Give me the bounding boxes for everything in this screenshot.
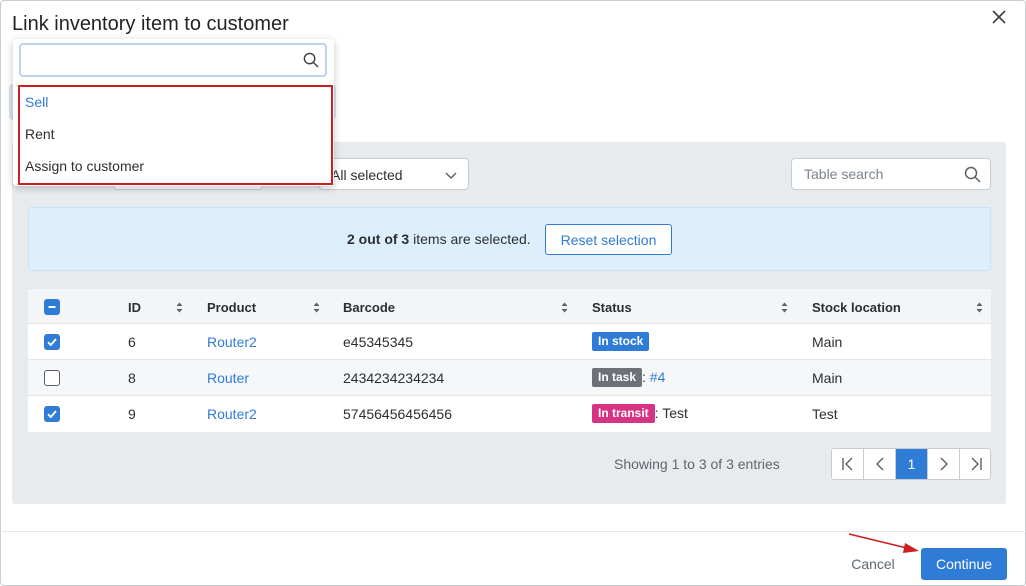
cell-stock-location: Main	[812, 370, 843, 386]
modal-title: Link inventory item to customer	[12, 13, 289, 35]
column-header-status[interactable]: Status	[592, 300, 632, 315]
close-icon	[992, 10, 1006, 24]
sort-icon[interactable]	[561, 302, 568, 313]
sort-icon[interactable]	[176, 302, 183, 313]
check-icon	[47, 410, 57, 419]
first-page-button[interactable]	[832, 449, 864, 479]
chevron-right-icon	[940, 457, 948, 471]
column-header-id[interactable]: ID	[128, 300, 141, 315]
status-filter-select[interactable]: All selected	[319, 158, 469, 190]
last-page-button[interactable]	[960, 449, 990, 479]
dropdown-search[interactable]	[19, 43, 327, 77]
product-link[interactable]: Router2	[207, 406, 257, 422]
selection-banner: 2 out of 3 items are selected. Reset sel…	[28, 207, 991, 271]
chevron-left-icon	[876, 457, 884, 471]
status-badge: In task	[592, 368, 643, 387]
dropdown-search-input[interactable]	[21, 45, 301, 75]
check-icon	[47, 338, 57, 347]
pagination: 1	[831, 448, 991, 480]
first-page-icon	[842, 457, 853, 471]
dropdown-option-sell[interactable]: Sell	[25, 94, 48, 110]
table-search-input[interactable]	[792, 159, 962, 189]
status-badge: In transit	[592, 404, 655, 423]
selection-suffix: items are selected.	[413, 231, 531, 247]
search-icon	[303, 52, 319, 68]
next-page-button[interactable]	[928, 449, 960, 479]
status-note: : Test	[654, 405, 688, 421]
column-header-barcode[interactable]: Barcode	[343, 300, 395, 315]
cell-barcode: 57456456456456	[343, 406, 453, 422]
sort-icon[interactable]	[781, 302, 788, 313]
selection-count: 2 out of 3	[347, 231, 410, 247]
annotation-arrow-icon	[848, 533, 919, 553]
pagination-summary: Showing 1 to 3 of 3 entries	[614, 456, 780, 472]
reset-selection-button[interactable]: Reset selection	[545, 224, 672, 255]
status-separator: :	[642, 369, 646, 385]
last-page-icon	[971, 457, 982, 471]
cell-stock-location: Test	[812, 406, 838, 422]
product-link[interactable]: Router2	[207, 334, 257, 350]
minus-icon	[48, 306, 56, 308]
select-all-checkbox[interactable]	[44, 299, 60, 315]
table-search[interactable]	[791, 158, 991, 190]
action-dropdown: Sell Rent Assign to customer	[13, 39, 334, 186]
row-checkbox[interactable]	[44, 370, 60, 386]
table-row: 9 Router2 57456456456456 In transit: Tes…	[28, 396, 991, 432]
prev-page-button[interactable]	[864, 449, 896, 479]
search-icon[interactable]	[964, 166, 981, 183]
sort-icon[interactable]	[976, 302, 983, 313]
status-badge: In stock	[592, 332, 650, 351]
dropdown-option-assign-to-customer[interactable]: Assign to customer	[25, 158, 144, 174]
column-header-stock-location[interactable]: Stock location	[812, 300, 901, 315]
table-row: 8 Router 2434234234234 In task: #4 Main	[28, 360, 991, 396]
table-row: 6 Router2 e45345345 In stock Main	[28, 324, 991, 360]
cell-stock-location: Main	[812, 334, 843, 350]
cell-id: 9	[128, 406, 136, 422]
product-link[interactable]: Router	[207, 370, 249, 386]
cell-barcode: 2434234234234	[343, 370, 445, 386]
sort-icon[interactable]	[313, 302, 320, 313]
dropdown-options-highlight: Sell Rent Assign to customer	[18, 85, 333, 185]
cell-id: 6	[128, 334, 136, 350]
link-inventory-modal: Link inventory item to customer All sele…	[0, 0, 1026, 586]
page-button-current[interactable]: 1	[896, 449, 928, 479]
cell-status: In transit: Test	[592, 404, 688, 423]
cell-id: 8	[128, 370, 136, 386]
selection-text: 2 out of 3 items are selected.	[347, 231, 531, 247]
chevron-down-icon	[445, 172, 457, 179]
dropdown-option-rent[interactable]: Rent	[25, 126, 55, 142]
table-header-row: ID Product Barcode Status Stock location	[28, 289, 991, 324]
status-filter-value: All selected	[331, 167, 403, 183]
close-button[interactable]	[987, 5, 1011, 29]
task-link[interactable]: #4	[650, 369, 666, 385]
column-header-product[interactable]: Product	[207, 300, 256, 315]
row-checkbox[interactable]	[44, 334, 60, 350]
cell-status: In stock	[592, 332, 650, 351]
cell-status: In task: #4	[592, 368, 665, 387]
row-checkbox[interactable]	[44, 406, 60, 422]
continue-button[interactable]: Continue	[921, 548, 1007, 580]
cell-barcode: e45345345	[343, 334, 414, 350]
